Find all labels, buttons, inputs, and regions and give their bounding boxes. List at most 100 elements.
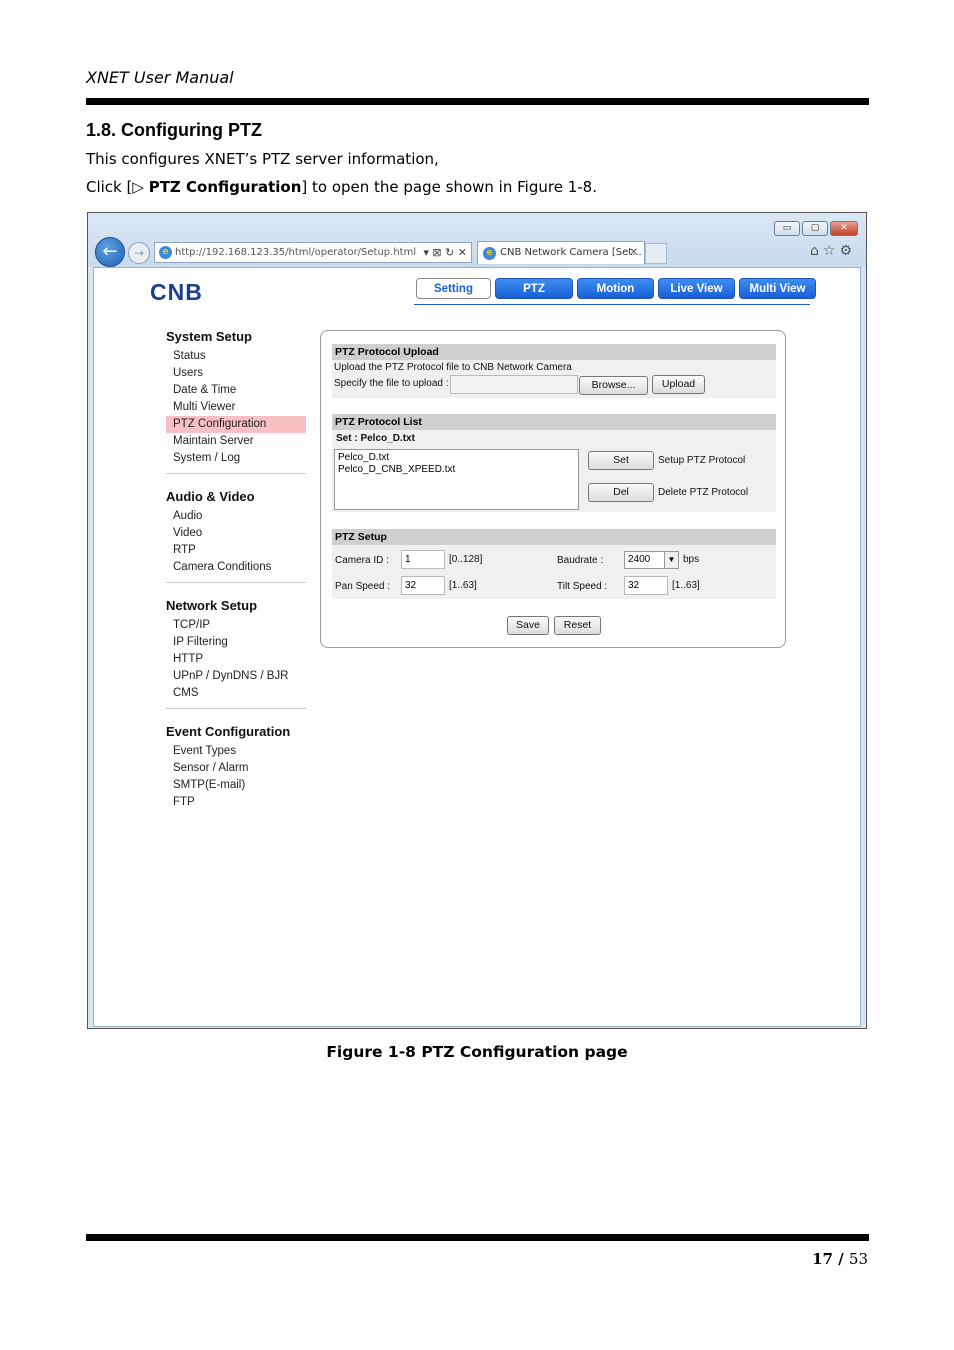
browse-button[interactable]: Browse... — [579, 376, 648, 395]
sidebar-item-cms[interactable]: CMS — [166, 685, 306, 702]
minimize-button[interactable]: ▭ — [774, 221, 800, 236]
sidebar-item-ptz-configuration[interactable]: PTZ Configuration — [166, 416, 306, 433]
sidebar-item-upnp[interactable]: UPnP / DynDNS / BJR — [166, 668, 306, 685]
sidebar-item-date-time[interactable]: Date & Time — [166, 382, 306, 399]
sidebar-item-sensor-alarm[interactable]: Sensor / Alarm — [166, 760, 306, 777]
nav-live-view[interactable]: Live View — [658, 278, 735, 299]
sidebar-group-title: Audio & Video — [166, 489, 255, 504]
address-controls[interactable]: ▾ ⊠ ↻ ✕ — [423, 243, 467, 262]
sidebar-item-ip-filtering[interactable]: IP Filtering — [166, 634, 306, 651]
browser-tab[interactable]: e CNB Network Camera [Set... ✕ — [477, 241, 645, 264]
click-suffix: ] to open the page shown in Figure 1-8. — [301, 178, 597, 196]
tab-title: CNB Network Camera [Set... — [500, 247, 642, 258]
upload-specify-label: Specify the file to upload : — [334, 378, 449, 389]
sidebar-item-video[interactable]: Video — [166, 525, 306, 542]
set-button[interactable]: Set — [588, 451, 654, 470]
pan-speed-range: [1..63] — [449, 580, 477, 591]
sidebar-item-tcp-ip[interactable]: TCP/IP — [166, 617, 306, 634]
sidebar-item-audio[interactable]: Audio — [166, 508, 306, 525]
sidebar-item-http[interactable]: HTTP — [166, 651, 306, 668]
list-body: Set : Pelco_D.txt Pelco_D.txt Pelco_D_CN… — [332, 430, 776, 512]
upload-file-field[interactable] — [450, 375, 578, 394]
sidebar-item-event-types[interactable]: Event Types — [166, 743, 306, 760]
browser-titlebar: ▭ ▢ ✕ ← → e http://192.168.123.35/html/o… — [88, 213, 866, 267]
figure-caption: Figure 1-8 PTZ Configuration page — [326, 1043, 628, 1061]
manual-title: XNET User Manual — [86, 68, 234, 87]
sidebar-group-title: Network Setup — [166, 598, 258, 613]
nav-setting[interactable]: Setting — [416, 278, 491, 299]
sidebar-item-smtp[interactable]: SMTP(E-mail) — [166, 777, 306, 794]
setup-body: Camera ID : 1 [0..128] Baudrate : 2400 ▼… — [332, 545, 776, 599]
sidebar-item-users[interactable]: Users — [166, 365, 306, 382]
divider — [166, 708, 306, 709]
baudrate-label: Baudrate : — [557, 555, 604, 566]
del-description: Delete PTZ Protocol — [658, 487, 749, 498]
browser-screenshot: ▭ ▢ ✕ ← → e http://192.168.123.35/html/o… — [87, 212, 867, 1029]
ptz-panel: PTZ Protocol Upload Upload the PTZ Proto… — [320, 330, 786, 648]
nav-motion[interactable]: Motion — [577, 278, 654, 299]
sidebar-item-multi-viewer[interactable]: Multi Viewer — [166, 399, 306, 416]
sidebar-item-status[interactable]: Status — [166, 348, 306, 365]
list-item[interactable]: Pelco_D_CNB_XPEED.txt — [338, 464, 575, 476]
setup-header: PTZ Setup — [332, 529, 776, 545]
back-icon[interactable]: ← — [95, 237, 125, 267]
triangle-icon: ▷ — [132, 178, 144, 196]
upload-button[interactable]: Upload — [652, 375, 705, 394]
page-separator: / — [832, 1250, 849, 1268]
set-description: Setup PTZ Protocol — [658, 455, 746, 466]
footer-rule — [86, 1234, 869, 1241]
save-button[interactable]: Save — [507, 616, 549, 635]
sidebar-group-title: System Setup — [166, 329, 252, 344]
del-button[interactable]: Del — [588, 483, 654, 502]
sidebar-group-system: System Setup Status Users Date & Time Mu… — [166, 328, 306, 474]
window-controls: ▭ ▢ ✕ — [774, 221, 858, 236]
header-rule — [86, 98, 869, 105]
tab-close-icon[interactable]: ✕ — [630, 242, 638, 264]
protocol-listbox[interactable]: Pelco_D.txt Pelco_D_CNB_XPEED.txt — [334, 449, 579, 510]
new-tab-button[interactable] — [645, 243, 667, 264]
list-header: PTZ Protocol List — [332, 414, 776, 430]
click-prefix: Click [ — [86, 178, 133, 196]
forward-icon[interactable]: → — [128, 242, 150, 264]
pan-speed-label: Pan Speed : — [335, 581, 391, 592]
sidebar-item-maintain-server[interactable]: Maintain Server — [166, 433, 306, 450]
pan-speed-input[interactable]: 32 — [401, 576, 445, 595]
sidebar-item-rtp[interactable]: RTP — [166, 542, 306, 559]
nav-underline — [414, 304, 810, 305]
close-button[interactable]: ✕ — [830, 221, 858, 236]
intro-text: This configures XNET’s PTZ server inform… — [86, 150, 439, 168]
chevron-down-icon[interactable]: ▼ — [664, 552, 678, 568]
section-title: 1.8. Configuring PTZ — [86, 120, 262, 140]
tilt-speed-input[interactable]: 32 — [624, 576, 668, 595]
web-page: CNB Setting PTZ Motion Live View Multi V… — [93, 267, 861, 1027]
tilt-speed-label: Tilt Speed : — [557, 581, 608, 592]
baudrate-unit: bps — [683, 554, 700, 565]
sidebar: System Setup Status Users Date & Time Mu… — [166, 328, 306, 825]
sidebar-item-system-log[interactable]: System / Log — [166, 450, 306, 467]
maximize-button[interactable]: ▢ — [802, 221, 828, 236]
baudrate-value: 2400 — [628, 554, 651, 565]
baudrate-select[interactable]: 2400 ▼ — [624, 551, 679, 569]
address-bar[interactable]: e http://192.168.123.35/html/operator/Se… — [154, 242, 472, 263]
list-item[interactable]: Pelco_D.txt — [338, 452, 575, 464]
nav-ptz[interactable]: PTZ — [495, 278, 573, 299]
camera-id-input[interactable]: 1 — [401, 550, 445, 569]
top-nav: Setting PTZ Motion Live View Multi View — [416, 278, 816, 299]
sidebar-item-camera-conditions[interactable]: Camera Conditions — [166, 559, 306, 576]
page-number: 17 / 53 — [812, 1250, 868, 1268]
current-protocol: Set : Pelco_D.txt — [336, 433, 415, 444]
nav-multi-view[interactable]: Multi View — [739, 278, 816, 299]
upload-header: PTZ Protocol Upload — [332, 344, 776, 360]
logo-text: CNB — [150, 281, 203, 303]
toolbar-icons[interactable]: ⌂☆⚙ — [810, 243, 856, 259]
sidebar-group-title: Event Configuration — [166, 724, 291, 739]
cnb-logo: CNB — [150, 281, 203, 303]
reset-button[interactable]: Reset — [554, 616, 601, 635]
click-instruction: Click [▷ PTZ Configuration] to open the … — [86, 178, 597, 196]
ie-icon: e — [159, 246, 172, 259]
divider — [166, 473, 306, 474]
sidebar-item-ftp[interactable]: FTP — [166, 794, 306, 811]
current-page: 17 — [812, 1250, 833, 1268]
camera-id-range: [0..128] — [449, 554, 483, 565]
upload-description: Upload the PTZ Protocol file to CNB Netw… — [334, 362, 572, 373]
